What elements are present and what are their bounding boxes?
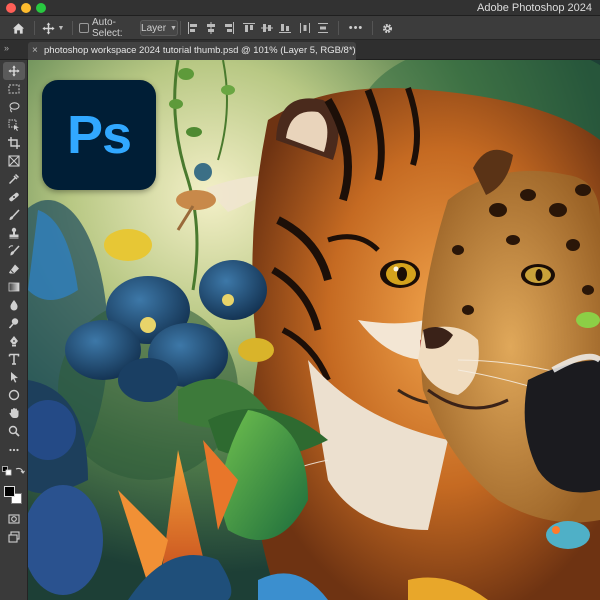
frame-icon (8, 155, 20, 167)
distribute-horizontal-icon (300, 23, 310, 33)
auto-select-label: Auto-Select: (92, 17, 123, 39)
magnifier-icon (8, 425, 20, 437)
water-drop-icon (10, 300, 18, 311)
screen-mode-icon (8, 531, 20, 543)
default-colors-button[interactable] (2, 466, 12, 476)
collapse-panels-icon[interactable]: » (4, 43, 9, 53)
eyedropper-icon (8, 173, 20, 185)
auto-select-checkbox[interactable] (78, 20, 90, 36)
align-vertical-centers-button[interactable] (260, 20, 274, 36)
align-right-icon (225, 22, 234, 34)
align-right-edges-button[interactable] (222, 20, 236, 36)
history-brush-icon (8, 245, 20, 256)
screen-mode-button[interactable] (3, 528, 25, 546)
document-canvas[interactable]: Ps (28, 60, 600, 600)
move-icon (41, 21, 55, 35)
pen-icon (10, 336, 18, 347)
app-title: Adobe Photoshop 2024 (477, 2, 592, 14)
lasso-tool[interactable] (3, 98, 25, 116)
brush-tool[interactable] (3, 206, 25, 224)
default-colors-icon (2, 466, 12, 476)
home-icon (12, 22, 24, 34)
eyedropper-tool[interactable] (3, 170, 25, 188)
document-tab-bar: » × photoshop workspace 2024 tutorial th… (0, 40, 600, 60)
pen-tool[interactable] (3, 332, 25, 350)
quick-mask-button[interactable] (3, 510, 25, 528)
checkbox-box (79, 23, 89, 33)
swap-colors-button[interactable] (15, 466, 25, 476)
crop-icon (8, 137, 20, 149)
edit-toolbar-button[interactable] (3, 444, 25, 456)
align-middle-icon (261, 24, 273, 32)
settings-button[interactable] (378, 20, 396, 36)
chevron-down-icon: ▼ (57, 24, 65, 32)
move-icon (8, 65, 20, 77)
maximize-window-button[interactable] (36, 3, 46, 13)
photoshop-logo-text: Ps (66, 105, 132, 165)
more-icon (9, 448, 19, 452)
align-horizontal-centers-button[interactable] (204, 20, 218, 36)
auto-select-target-value: Layer (141, 22, 167, 34)
move-tool-preset-picker[interactable]: ▼ (38, 20, 68, 36)
foreground-color-swatch[interactable] (4, 486, 15, 497)
swap-arrows-icon (15, 467, 25, 474)
close-tab-icon[interactable]: × (32, 42, 38, 60)
chevron-down-icon: ▼ (170, 24, 177, 32)
close-window-button[interactable] (6, 3, 16, 13)
gear-icon (382, 23, 392, 33)
spot-healing-brush-tool[interactable] (3, 188, 25, 206)
eraser-icon (9, 264, 19, 274)
blur-tool[interactable] (3, 296, 25, 314)
dodge-tool[interactable] (3, 314, 25, 332)
marquee-tool[interactable] (3, 80, 25, 98)
frame-tool[interactable] (3, 152, 25, 170)
align-bottom-icon (279, 24, 291, 33)
type-icon (8, 353, 20, 365)
minimize-window-button[interactable] (21, 3, 31, 13)
arrow-pointer-icon (11, 372, 18, 383)
align-bottom-edges-button[interactable] (278, 20, 292, 36)
title-bar: Adobe Photoshop 2024 (0, 0, 600, 16)
gradient-icon (8, 282, 20, 292)
marquee-icon (8, 84, 20, 94)
document-tab-title: photoshop workspace 2024 tutorial thumb.… (44, 45, 356, 56)
options-bar: ▼ Auto-Select: Layer ▼ ••• (0, 16, 600, 40)
crop-tool[interactable] (3, 134, 25, 152)
photoshop-logo: Ps (42, 80, 156, 190)
object-selection-tool[interactable] (3, 116, 25, 134)
align-left-icon (188, 22, 197, 34)
photoshop-window: Adobe Photoshop 2024 ▼ Auto-Select: Laye… (0, 0, 600, 600)
dodge-icon (8, 318, 19, 329)
move-tool[interactable] (3, 62, 25, 80)
type-tool[interactable] (3, 350, 25, 368)
path-selection-tool[interactable] (3, 368, 25, 386)
ellipse-tool[interactable] (3, 386, 25, 404)
distribute-vertical-icon (318, 23, 328, 33)
object-select-icon (8, 119, 19, 131)
document-tab[interactable]: × photoshop workspace 2024 tutorial thum… (28, 42, 356, 60)
gradient-tool[interactable] (3, 278, 25, 296)
align-top-icon (243, 23, 255, 32)
hand-icon (9, 408, 19, 418)
hand-tool[interactable] (3, 404, 25, 422)
history-brush-tool[interactable] (3, 242, 25, 260)
more-options-button[interactable]: ••• (346, 20, 366, 36)
auto-select-target-dropdown[interactable]: Layer ▼ (140, 20, 178, 36)
distribute-vertical-button[interactable] (316, 20, 330, 36)
lasso-icon (9, 102, 20, 113)
align-top-edges-button[interactable] (242, 20, 256, 36)
brush-icon (9, 209, 20, 220)
align-left-edges-button[interactable] (186, 20, 200, 36)
ellipse-icon (8, 389, 20, 401)
clone-stamp-tool[interactable] (3, 224, 25, 242)
quick-mask-icon (8, 514, 20, 524)
home-button[interactable] (8, 20, 28, 36)
stamp-icon (9, 227, 19, 239)
distribute-horizontal-button[interactable] (298, 20, 312, 36)
zoom-tool[interactable] (3, 422, 25, 440)
bandage-icon (9, 192, 19, 202)
tools-panel (0, 60, 28, 600)
eraser-tool[interactable] (3, 260, 25, 278)
align-center-icon (207, 22, 215, 34)
